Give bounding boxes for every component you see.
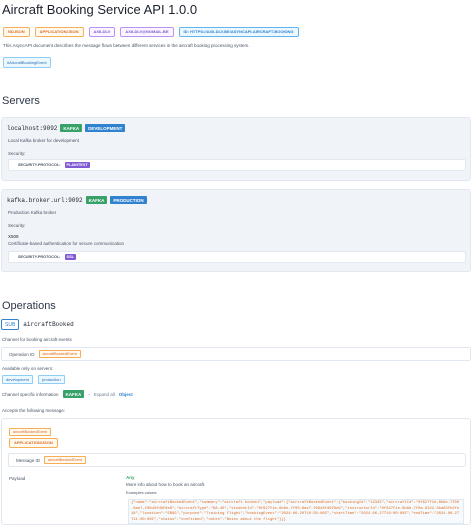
badge-api-id: ID: HTTPS://AXILDLV.BE/ASYNCAPI-AIRCRAFT… <box>178 27 299 37</box>
security-protocol-row: SECURITY.PROTOCOL: PLAINTEXT <box>8 159 466 171</box>
message-id-value: aircraftBookedEvent <box>44 456 87 464</box>
message-name-chip: aircraftBookedEvent <box>9 428 52 436</box>
security-protocol-key: SECURITY.PROTOCOL: <box>18 163 61 167</box>
operation-id-row: Operation ID aircraftBookedEvent <box>1 347 471 361</box>
security-label: Security: <box>8 223 26 228</box>
server-description: Production Kafka broker <box>8 210 57 215</box>
channel-name: aircraftBooked <box>23 321 74 328</box>
info-badges: NDJSON APPLICATION/JSON AXILDLV AXILDLV@… <box>3 27 299 37</box>
badge-contact-email[interactable]: AXILDLV@NOMAIL.BE <box>120 27 174 37</box>
operation-id-label: Operation ID <box>9 351 35 357</box>
security-protocol-value: PLAINTEXT <box>64 162 90 168</box>
payload-label: Payload <box>9 476 26 481</box>
badge-contact-name[interactable]: AXILDLV <box>88 27 116 37</box>
example-json-text: {"name":"aircraftBookedEvent","summary":… <box>131 501 460 522</box>
accepts-message-label: Accepts the following message: <box>2 408 66 413</box>
available-servers-list: development production <box>2 375 65 384</box>
api-description: This AsyncAPI document describes the mes… <box>3 43 250 48</box>
tag-aircraft-booking-event[interactable]: #AircraftBookingEvent <box>3 57 51 68</box>
available-servers-label: Available only on servers: <box>2 366 54 371</box>
operation-header: SUB aircraftBooked <box>1 319 74 330</box>
server-protocol-badge: KAFKA <box>60 124 83 132</box>
operations-heading: Operations <box>2 300 56 312</box>
tag-list: #AircraftBookingEvent <box>3 57 51 68</box>
server-url: localhost:9092 <box>7 124 58 132</box>
example-json-block[interactable]: {"name":"aircraftBookedEvent","summary":… <box>128 499 464 524</box>
binding-type-object: Object <box>118 391 133 397</box>
servers-heading: Servers <box>2 95 40 107</box>
server-header: kafka.broker.url:9092 KAFKA PRODUCTION <box>7 196 147 204</box>
security-label: Security: <box>8 151 26 156</box>
payload-description: More info about how to book an aircraft. <box>126 482 206 487</box>
server-link-development[interactable]: development <box>2 375 33 384</box>
badge-content-type-json: APPLICATION/JSON <box>34 27 84 37</box>
channel-bindings-row: Channel specific information KAFKA › Exp… <box>2 390 133 398</box>
server-url: kafka.broker.url:9092 <box>7 196 83 204</box>
channel-description: Channel for booking aircraft events <box>2 337 72 342</box>
server-card-production: kafka.broker.url:9092 KAFKA PRODUCTION P… <box>1 189 471 272</box>
server-description: Local Kafka broker for development <box>8 138 80 143</box>
message-content-type-badge: APPLICATION/JSON <box>9 438 58 448</box>
server-header: localhost:9092 KAFKA DEVELOPMENT <box>7 124 126 132</box>
message-card: aircraftBookedEvent APPLICATION/JSON Mes… <box>1 418 471 525</box>
channel-info-label: Channel specific information <box>2 391 59 397</box>
security-protocol-value: SSL <box>64 254 76 260</box>
server-env-badge: PRODUCTION <box>110 196 147 204</box>
security-protocol-row: SECURITY.PROTOCOL: SSL <box>8 251 466 263</box>
security-scheme-name: X509 <box>8 234 19 239</box>
message-id-label: Message ID <box>16 457 41 463</box>
operation-id-value: aircraftBookedEvent <box>38 350 81 358</box>
server-link-production[interactable]: production <box>37 375 65 384</box>
chevron-right-icon[interactable]: › <box>88 392 90 397</box>
server-card-development: localhost:9092 KAFKA DEVELOPMENT Local K… <box>1 117 471 181</box>
payload-type: Any <box>126 475 135 480</box>
message-id-row: Message ID aircraftBookedEvent <box>8 453 466 467</box>
page-title: Aircraft Booking Service API 1.0.0 <box>2 2 198 17</box>
asyncapi-doc-page: Aircraft Booking Service API 1.0.0 NDJSO… <box>0 0 474 525</box>
examples-label: Examples values: <box>126 490 158 495</box>
server-env-badge: DEVELOPMENT <box>85 124 126 132</box>
badge-content-type-ndjson: NDJSON <box>3 27 30 37</box>
channel-binding-badge[interactable]: KAFKA <box>62 390 85 398</box>
server-protocol-badge: KAFKA <box>85 196 108 204</box>
security-scheme-description: Certificate-based authentication for sec… <box>8 241 125 246</box>
expand-all-link[interactable]: Expand all <box>94 392 115 397</box>
security-protocol-key: SECURITY.PROTOCOL: <box>18 255 61 259</box>
operation-type-badge: SUB <box>1 319 20 330</box>
